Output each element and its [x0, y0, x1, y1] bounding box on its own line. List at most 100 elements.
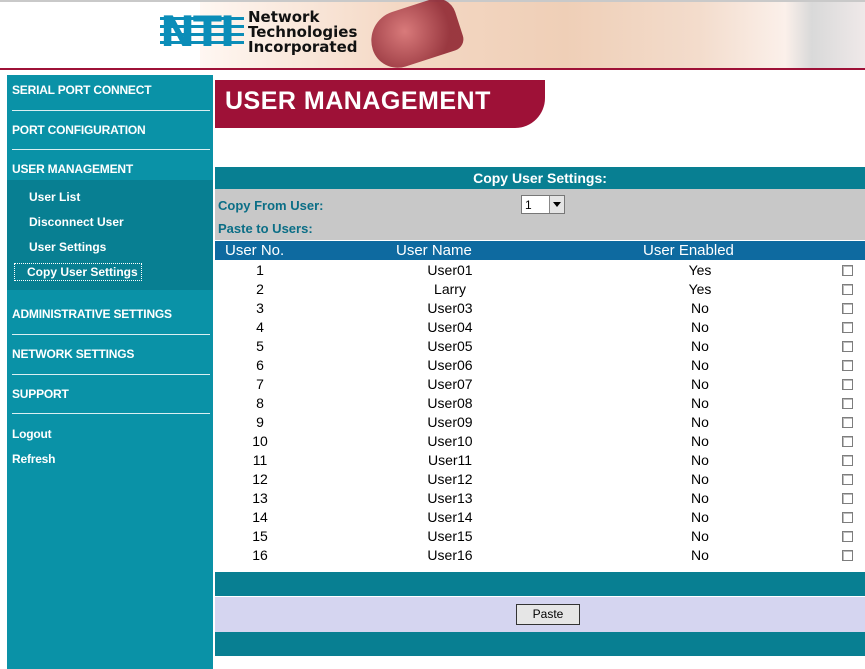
chevron-down-icon[interactable] [549, 196, 564, 213]
column-header-user-no: User No. [225, 242, 285, 259]
user-no-cell: 5 [256, 338, 264, 354]
table-row: 6 User06 No [215, 357, 865, 376]
user-no-cell: 6 [256, 357, 264, 373]
paste-bar: Paste [215, 597, 865, 632]
user-no-cell: 3 [256, 300, 264, 316]
table-row: 9 User09 No [215, 414, 865, 433]
sidebar-subitem-disconnect-user[interactable]: Disconnect User [29, 215, 124, 229]
user-enabled-cell: No [691, 452, 709, 468]
header-bottom-bar [0, 68, 865, 70]
copy-from-user-value: 1 [525, 198, 532, 212]
table-row: 11 User11 No [215, 452, 865, 471]
paste-user-checkbox[interactable] [842, 455, 853, 466]
paste-to-label: Paste to Users: [218, 221, 313, 236]
user-name-cell: User08 [427, 395, 473, 411]
user-no-cell: 16 [252, 547, 268, 563]
sidebar-divider [12, 413, 210, 414]
paste-user-checkbox[interactable] [842, 531, 853, 542]
paste-user-checkbox[interactable] [842, 284, 853, 295]
user-enabled-cell: No [691, 300, 709, 316]
user-no-cell: 13 [252, 490, 268, 506]
paste-user-checkbox[interactable] [842, 417, 853, 428]
paste-user-checkbox[interactable] [842, 474, 853, 485]
paste-user-checkbox[interactable] [842, 322, 853, 333]
user-name-cell: User14 [427, 509, 473, 525]
sidebar-divider [12, 334, 210, 335]
sidebar-divider [12, 110, 210, 111]
page-title: USER MANAGEMENT [225, 87, 491, 115]
user-no-cell: 10 [252, 433, 268, 449]
page-bottom-bar [215, 632, 865, 656]
nti-logo-mark: NTI [160, 9, 244, 55]
user-enabled-cell: No [691, 509, 709, 525]
user-name-cell: User13 [427, 490, 473, 506]
user-no-cell: 7 [256, 376, 264, 392]
user-name-cell: User11 [427, 452, 473, 468]
table-row: 5 User05 No [215, 338, 865, 357]
user-enabled-cell: No [691, 547, 709, 563]
user-name-cell: User07 [427, 376, 473, 392]
sidebar-subitem-copy-user-settings[interactable]: Copy User Settings [14, 263, 142, 281]
user-enabled-cell: No [691, 319, 709, 335]
table-header: User No. User Name User Enabled [215, 241, 865, 260]
sidebar: SERIAL PORT CONNECT PORT CONFIGURATION U… [7, 75, 213, 669]
copy-from-label: Copy From User: [218, 198, 324, 213]
user-name-cell: User03 [427, 300, 473, 316]
paste-user-checkbox[interactable] [842, 379, 853, 390]
paste-user-checkbox[interactable] [842, 360, 853, 371]
user-table: 1 User01 Yes 2 Larry Yes 3 User03 No 4 User04 No 5 Us… [215, 262, 865, 566]
user-no-cell: 4 [256, 319, 264, 335]
user-enabled-cell: No [691, 471, 709, 487]
paste-user-checkbox[interactable] [842, 550, 853, 561]
column-header-user-enabled: User Enabled [643, 242, 734, 259]
table-footer-bar [215, 572, 865, 596]
nti-logo: NTI Network Technologies Incorporated [160, 6, 358, 58]
paste-button[interactable]: Paste [516, 604, 580, 625]
sidebar-divider [12, 374, 210, 375]
user-no-cell: 15 [252, 528, 268, 544]
paste-user-checkbox[interactable] [842, 512, 853, 523]
sidebar-divider [12, 149, 210, 150]
user-name-cell: User06 [427, 357, 473, 373]
logo-line-3: Incorporated [248, 37, 358, 56]
user-no-cell: 1 [256, 262, 264, 278]
site-header: NTI Network Technologies Incorporated [0, 0, 865, 70]
user-no-cell: 9 [256, 414, 264, 430]
user-enabled-cell: No [691, 357, 709, 373]
paste-user-checkbox[interactable] [842, 265, 853, 276]
table-row: 7 User07 No [215, 376, 865, 395]
column-header-user-name: User Name [396, 242, 472, 259]
user-no-cell: 11 [252, 452, 268, 468]
user-name-cell: User09 [427, 414, 473, 430]
user-enabled-cell: No [691, 433, 709, 449]
table-row: 2 Larry Yes [215, 281, 865, 300]
table-row: 1 User01 Yes [215, 262, 865, 281]
page-title-tab: USER MANAGEMENT [215, 80, 545, 128]
user-enabled-cell: No [691, 414, 709, 430]
user-no-cell: 12 [252, 471, 268, 487]
paste-user-checkbox[interactable] [842, 398, 853, 409]
sidebar-subitem-user-settings[interactable]: User Settings [29, 240, 106, 254]
paste-user-checkbox[interactable] [842, 436, 853, 447]
user-no-cell: 8 [256, 395, 264, 411]
sidebar-submenu: User List Disconnect User User Settings … [7, 180, 213, 290]
user-name-cell: User04 [427, 319, 473, 335]
copy-options-panel: Copy From User: 1 Paste to Users: [215, 189, 865, 240]
section-title: Copy User Settings: [215, 167, 865, 189]
user-enabled-cell: No [691, 490, 709, 506]
table-row: 10 User10 No [215, 433, 865, 452]
table-row: 16 User16 No [215, 547, 865, 566]
user-name-cell: User05 [427, 338, 473, 354]
sidebar-subitem-user-list[interactable]: User List [29, 190, 80, 204]
user-name-cell: Larry [434, 281, 466, 297]
table-row: 4 User04 No [215, 319, 865, 338]
paste-user-checkbox[interactable] [842, 493, 853, 504]
paste-user-checkbox[interactable] [842, 341, 853, 352]
copy-from-user-select[interactable]: 1 [521, 195, 565, 214]
user-enabled-cell: No [691, 395, 709, 411]
paste-user-checkbox[interactable] [842, 303, 853, 314]
table-row: 14 User14 No [215, 509, 865, 528]
user-name-cell: User12 [427, 471, 473, 487]
table-row: 13 User13 No [215, 490, 865, 509]
nti-logo-text: Network Technologies Incorporated [248, 9, 358, 56]
